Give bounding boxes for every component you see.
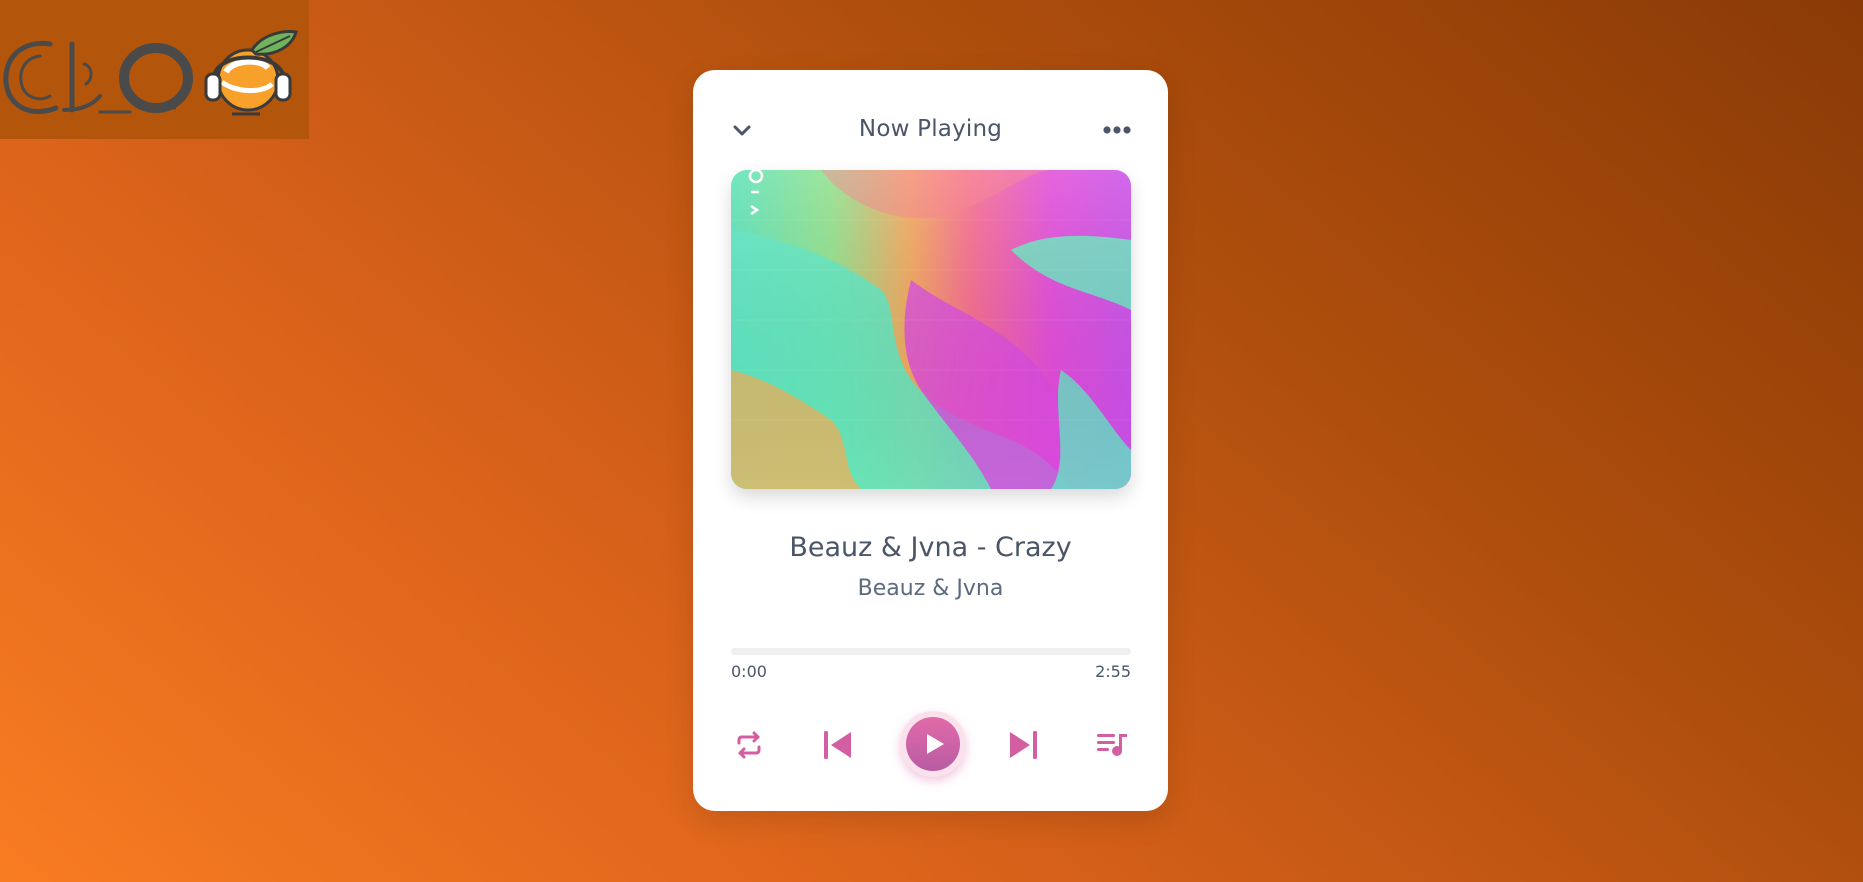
previous-track-button[interactable] [821, 729, 855, 761]
play-button-inner [906, 717, 960, 771]
player-header: Now Playing [693, 104, 1168, 156]
clo-logo-graphic [3, 29, 298, 115]
more-horizontal-icon [1103, 126, 1131, 134]
repeat-button[interactable] [733, 729, 765, 761]
skip-previous-icon [824, 731, 851, 759]
queue-button[interactable] [1096, 731, 1128, 759]
more-options-button[interactable] [1102, 120, 1132, 140]
repeat-icon [737, 731, 761, 759]
total-duration: 2:55 [1095, 662, 1131, 681]
queue-music-icon [1097, 734, 1127, 756]
page-title: Now Playing [858, 116, 1003, 142]
app-logo [0, 0, 309, 139]
player-card: Now Playing Beauz & Jvna - Crazy Beauz &… [693, 70, 1168, 811]
play-button[interactable] [900, 711, 966, 777]
playback-controls [693, 708, 1168, 784]
progress-bar[interactable] [731, 648, 1131, 655]
current-time: 0:00 [731, 662, 767, 681]
track-artist: Beauz & Jvna [857, 576, 1004, 601]
track-title: Beauz & Jvna - Crazy [789, 532, 1072, 563]
album-cover [731, 170, 1131, 489]
play-icon [927, 734, 944, 754]
next-track-button[interactable] [1006, 729, 1040, 761]
album-artwork-image [731, 170, 1131, 489]
skip-next-icon [1010, 731, 1037, 759]
